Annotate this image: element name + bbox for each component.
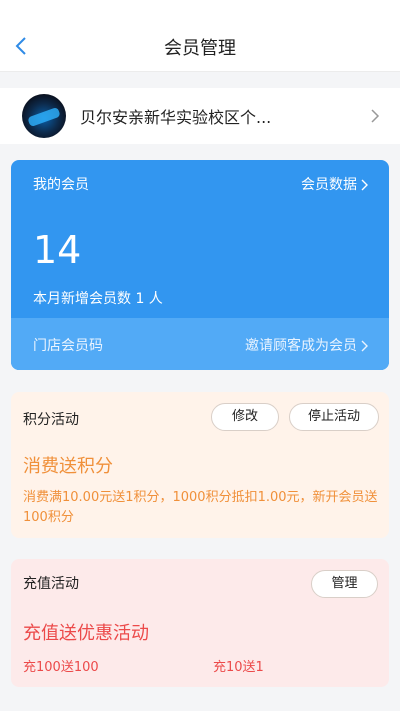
invite-member-link[interactable]: 邀请顾客成为会员	[245, 335, 369, 355]
store-member-code-link[interactable]: 门店会员码	[33, 335, 103, 355]
member-data-link[interactable]: 会员数据	[301, 174, 369, 194]
store-row[interactable]: 贝尔安亲新华实验校区个...	[0, 88, 400, 144]
page-title: 会员管理	[164, 38, 236, 59]
recharge-option: 充100送100	[23, 660, 99, 675]
stop-activity-button[interactable]: 停止活动	[289, 403, 379, 431]
chevron-right-icon	[361, 340, 368, 352]
store-name: 贝尔安亲新华实验校区个...	[80, 108, 272, 127]
member-data-label: 会员数据	[301, 177, 357, 193]
recharge-activity-headline: 充值送优惠活动	[23, 623, 149, 644]
recharge-option: 充10送1	[213, 660, 264, 675]
new-members-text: 本月新增会员数 1 人	[33, 291, 163, 307]
store-avatar	[22, 94, 66, 138]
member-card-title: 我的会员	[33, 177, 89, 193]
points-activity-headline: 消费送积分	[23, 456, 113, 477]
points-activity-description: 消费满10.00元送1积分，1000积分抵扣1.00元，新开会员送100积分	[23, 490, 378, 525]
recharge-activity-title: 充值活动	[23, 576, 79, 592]
member-card: 我的会员 会员数据 14 本月新增会员数 1 人 门店会员码 邀请顾客成为会员	[11, 160, 389, 370]
top-nav-bar: 会员管理	[0, 0, 400, 72]
invite-member-label: 邀请顾客成为会员	[245, 338, 357, 354]
member-count: 14	[33, 228, 82, 272]
chevron-right-icon	[371, 109, 380, 123]
recharge-activity-card: 充值活动 管理 充值送优惠活动 充100送100 充10送1	[11, 559, 389, 687]
points-activity-title: 积分活动	[23, 412, 79, 428]
member-card-footer: 门店会员码 邀请顾客成为会员	[11, 318, 389, 370]
points-activity-card: 积分活动 修改 停止活动 消费送积分 消费满10.00元送1积分，1000积分抵…	[11, 392, 389, 538]
edit-button[interactable]: 修改	[211, 403, 279, 431]
manage-button[interactable]: 管理	[311, 570, 378, 598]
chevron-right-icon	[361, 179, 368, 191]
